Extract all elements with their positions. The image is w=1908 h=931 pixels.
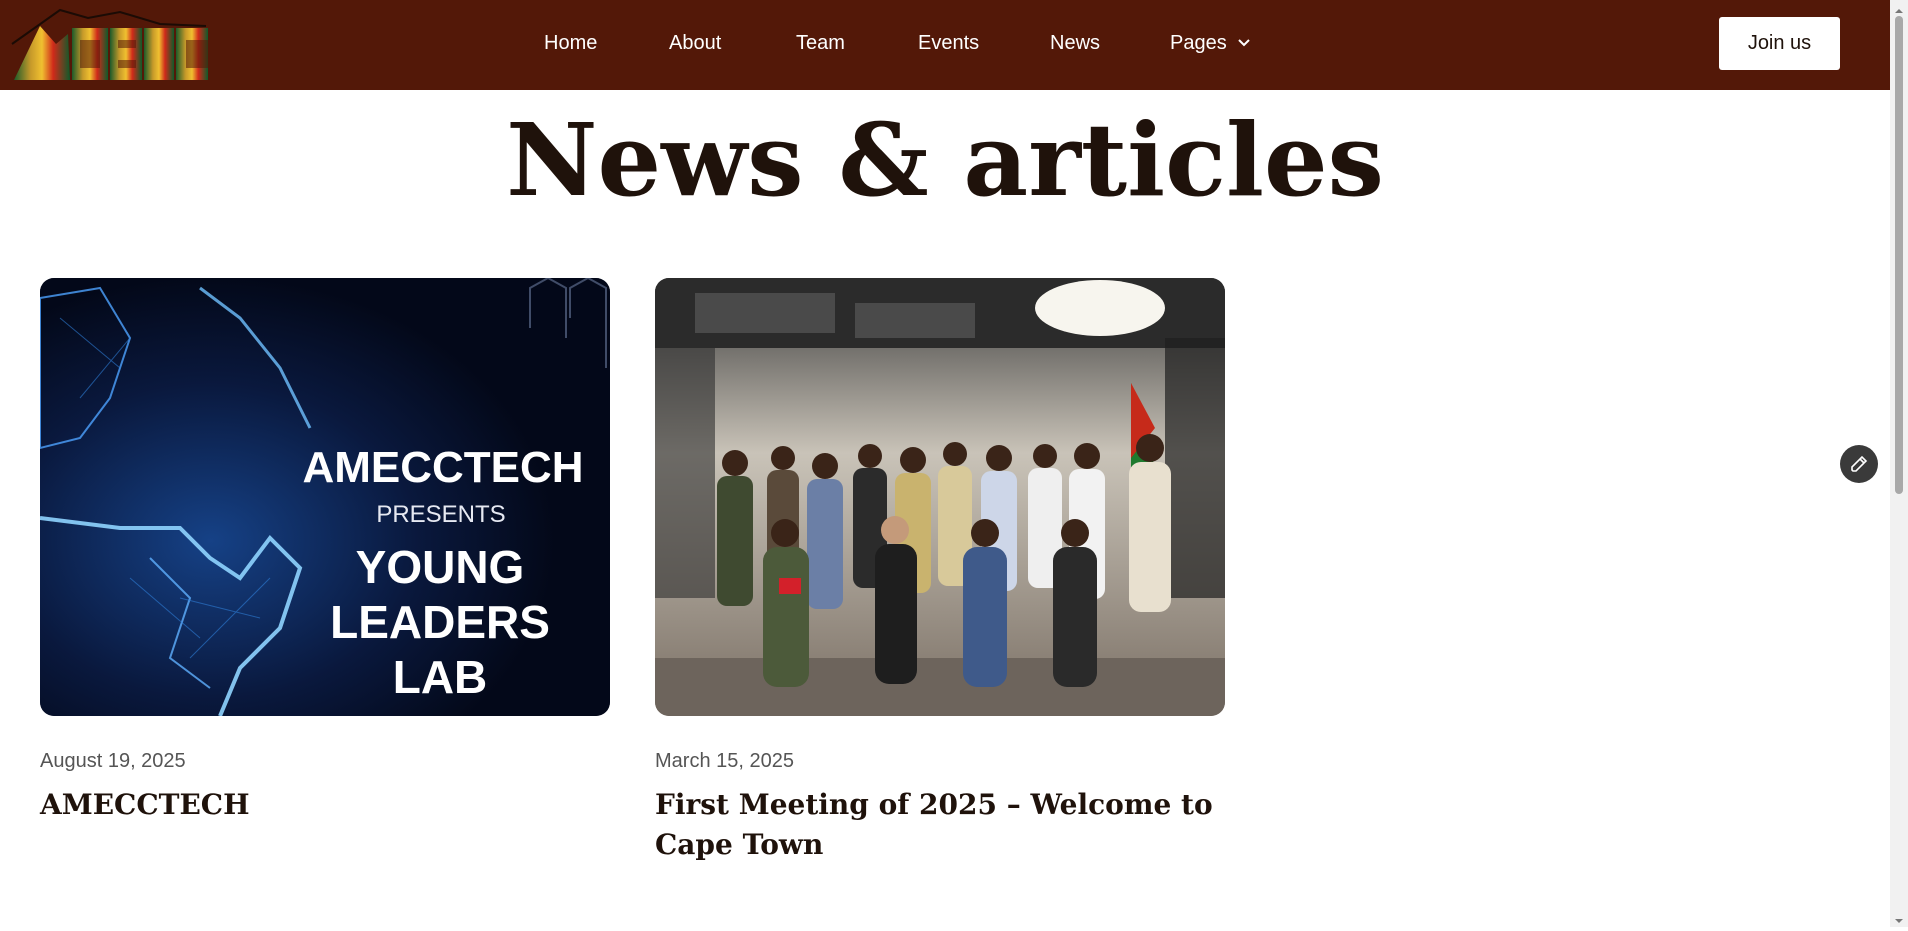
article-title[interactable]: First Meeting of 2025 – Welcome to Cape … [655,785,1225,865]
site-header: Home About Team Events News Pages Join u… [0,0,1890,90]
article-title[interactable]: AMECCTECH [40,785,610,825]
scroll-up-icon[interactable] [1894,3,1904,13]
nav-team[interactable]: Team [796,30,845,56]
nav-about[interactable]: About [669,30,721,56]
article-date: August 19, 2025 [40,750,186,772]
scrollbar-thumb[interactable] [1895,16,1903,494]
nav-pages[interactable]: Pages [1170,30,1251,56]
image-text-ameccech: AMECCTECH [302,443,583,492]
image-text-leaders: LEADERS [330,596,550,648]
page-title: News & articles [506,101,1384,219]
vertical-scrollbar[interactable] [1890,0,1908,927]
main-nav: Home About Team Events News Pages [0,0,1890,90]
nav-events[interactable]: Events [918,30,979,56]
image-text-young: YOUNG [356,541,525,593]
article-date: March 15, 2025 [655,750,794,772]
chevron-down-icon [1237,29,1251,55]
scroll-down-icon[interactable] [1894,913,1904,923]
nav-news[interactable]: News [1050,30,1100,56]
join-us-button[interactable]: Join us [1719,17,1840,70]
edit-button[interactable] [1840,445,1878,483]
nav-pages-label: Pages [1170,32,1227,54]
image-text-lab: LAB [393,651,488,703]
nav-home[interactable]: Home [544,30,597,56]
image-text-presents: PRESENTS [376,501,505,528]
article-image-group-photo[interactable] [655,278,1225,716]
article-image-young-leaders-lab[interactable]: AMECCTECH PRESENTS YOUNG LEADERS LAB [40,278,610,716]
pencil-icon [1840,455,1878,487]
